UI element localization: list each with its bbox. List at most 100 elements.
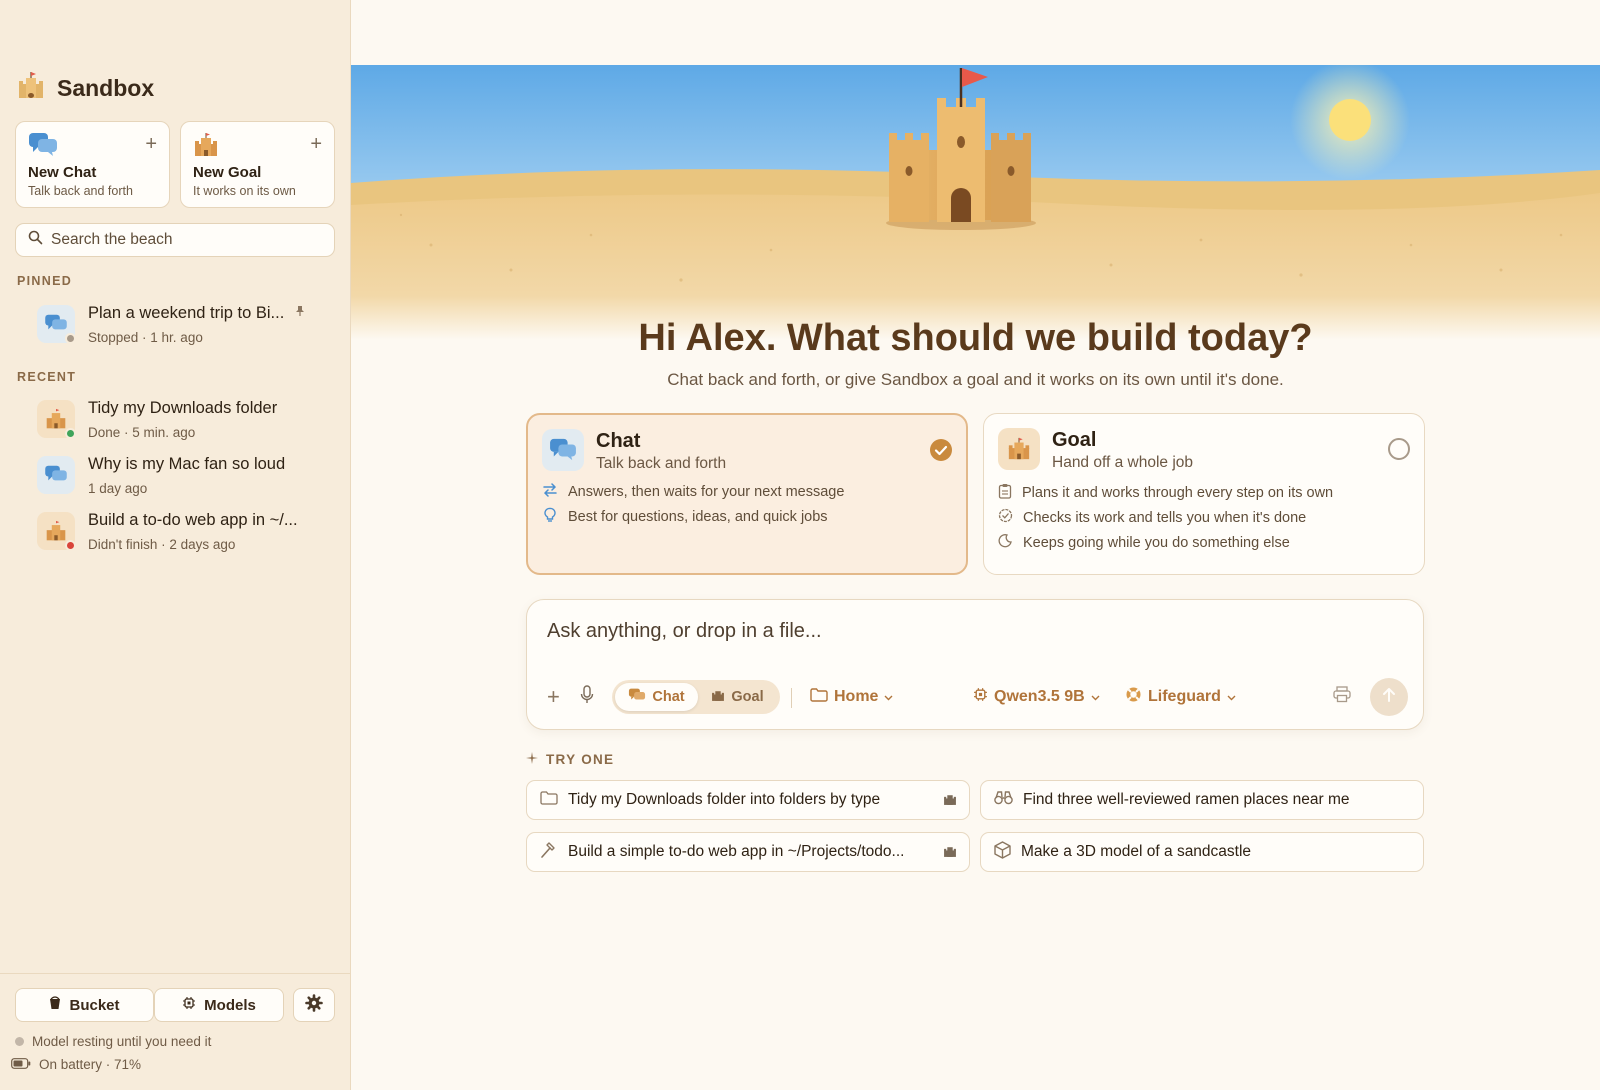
sandcastle-icon	[193, 132, 219, 163]
suggestion-text: Build a simple to-do web app in ~/Projec…	[568, 843, 905, 860]
folder-icon	[540, 790, 558, 810]
chip-icon	[973, 687, 988, 707]
pinned-section-label: PINNED	[17, 274, 73, 288]
pin-icon	[295, 305, 305, 320]
conversation-item[interactable]: Build a to-do web app in ~/... Didn't fi…	[37, 508, 337, 558]
chat-bubbles-icon	[37, 456, 75, 494]
suggestion-text: Find three well-reviewed ramen places ne…	[1023, 791, 1350, 808]
mode-feature: Checks its work and tells you when it's …	[998, 508, 1306, 527]
mode-feature-text: Best for questions, ideas, and quick job…	[568, 509, 828, 525]
new-chat-subtitle: Talk back and forth	[28, 184, 133, 198]
arrow-up-icon	[1382, 687, 1396, 708]
printer-button[interactable]	[1333, 681, 1351, 713]
suggestion-chip[interactable]: Build a simple to-do web app in ~/Projec…	[526, 832, 970, 872]
safety-picker-label: Lifeguard	[1148, 688, 1221, 705]
conversation-title: Plan a weekend trip to Bi...	[88, 304, 285, 322]
models-button[interactable]: Models	[154, 988, 284, 1022]
bucket-button[interactable]: Bucket	[15, 988, 154, 1022]
mode-feature-text: Keeps going while you do something else	[1023, 534, 1290, 551]
conversation-item[interactable]: Why is my Mac fan so loud 1 day ago	[37, 452, 337, 502]
mode-toggle-chat[interactable]: Chat	[615, 683, 698, 711]
mode-toggle-chat-label: Chat	[652, 689, 685, 705]
send-button[interactable]	[1370, 678, 1408, 716]
attach-plus-button[interactable]: +	[547, 681, 560, 713]
microphone-icon	[580, 685, 594, 709]
conversation-item-pinned[interactable]: Plan a weekend trip to Bi... Stopped · 1…	[37, 301, 337, 351]
suggestion-chip[interactable]: Make a 3D model of a sandcastle	[980, 832, 1424, 872]
new-goal-subtitle: It works on its own	[193, 184, 296, 198]
chevron-down-icon	[884, 688, 893, 706]
folder-icon	[810, 687, 828, 707]
message-input[interactable]	[547, 614, 1387, 648]
checkmark-icon	[930, 439, 952, 461]
suggestion-chip[interactable]: Tidy my Downloads folder into folders by…	[526, 780, 970, 820]
mode-feature: Keeps going while you do something else	[998, 533, 1290, 552]
lightbulb-icon	[542, 507, 558, 527]
model-picker-label: Qwen3.5 9B	[994, 688, 1085, 705]
new-chat-button[interactable]: + New Chat Talk back and forth	[15, 121, 170, 208]
sandcastle-icon	[711, 688, 725, 706]
sandcastle-icon	[943, 844, 957, 863]
chat-bubbles-icon	[542, 429, 584, 471]
safety-picker[interactable]: Lifeguard	[1125, 681, 1236, 713]
mode-feature: Plans it and works through every step on…	[998, 483, 1333, 503]
mode-subtitle: Talk back and forth	[596, 455, 727, 472]
model-picker[interactable]: Qwen3.5 9B	[973, 681, 1100, 713]
conversation-title: Tidy my Downloads folder	[88, 399, 278, 417]
hammer-icon	[540, 841, 558, 864]
folder-picker[interactable]: Home	[810, 681, 893, 713]
conversation-meta: Done · 5 min. ago	[88, 425, 196, 440]
mode-feature-text: Checks its work and tells you when it's …	[1023, 509, 1307, 526]
new-goal-button[interactable]: + New Goal It works on its own	[180, 121, 335, 208]
microphone-button[interactable]	[580, 681, 594, 713]
mode-card-chat[interactable]: Chat Talk back and forth Answers, then w…	[526, 413, 968, 575]
model-status-text: Model resting until you need it	[32, 1034, 212, 1049]
battery-icon	[11, 1057, 31, 1072]
suggestion-text: Make a 3D model of a sandcastle	[1021, 843, 1252, 860]
conversation-meta: 1 day ago	[88, 481, 148, 496]
toolbar-divider	[791, 688, 792, 708]
mode-feature: Best for questions, ideas, and quick job…	[542, 507, 828, 527]
cube-icon	[994, 840, 1011, 864]
new-chat-title: New Chat	[28, 164, 97, 181]
plus-icon: +	[145, 133, 157, 155]
printer-icon	[1333, 686, 1351, 708]
lifebuoy-icon	[1125, 686, 1142, 708]
mode-feature: Answers, then waits for your next messag…	[542, 483, 844, 501]
settings-button[interactable]	[293, 988, 335, 1022]
mode-card-goal[interactable]: Goal Hand off a whole job Plans it and w…	[983, 413, 1425, 575]
chip-icon	[182, 996, 196, 1014]
conversation-item[interactable]: Tidy my Downloads folder Done · 5 min. a…	[37, 396, 337, 446]
plus-icon: +	[547, 684, 560, 709]
radio-icon	[1388, 438, 1410, 460]
model-status: Model resting until you need it	[15, 1034, 211, 1049]
mode-feature-text: Answers, then waits for your next messag…	[568, 484, 845, 500]
chat-bubbles-icon	[28, 132, 58, 163]
composer: + Chat Goal Home	[526, 599, 1424, 730]
sidebar-divider	[0, 973, 351, 974]
suggestion-chip[interactable]: Find three well-reviewed ramen places ne…	[980, 780, 1424, 820]
verified-badge-icon	[998, 508, 1013, 527]
status-dot	[65, 428, 76, 439]
models-label: Models	[204, 996, 256, 1014]
bucket-icon	[49, 996, 61, 1014]
mode-feature-text: Plans it and works through every step on…	[1022, 485, 1334, 501]
binoculars-icon	[994, 790, 1013, 810]
mode-toggle-goal[interactable]: Goal	[698, 683, 777, 711]
battery-status-text: On battery · 71%	[39, 1057, 142, 1072]
conversation-title: Build a to-do web app in ~/...	[88, 511, 298, 529]
moon-refresh-icon	[998, 533, 1013, 552]
mode-title: Goal	[1052, 429, 1097, 451]
chevron-down-icon	[1091, 688, 1100, 706]
recent-section-label: RECENT	[17, 370, 77, 384]
new-goal-title: New Goal	[193, 164, 262, 181]
battery-status: On battery · 71%	[11, 1057, 141, 1072]
beach-illustration	[351, 65, 1600, 340]
status-dot	[65, 333, 76, 344]
mode-toggle: Chat Goal	[612, 680, 780, 714]
chat-bubbles-icon	[628, 688, 646, 707]
status-dot	[65, 540, 76, 551]
search-input[interactable]	[51, 231, 321, 249]
conversation-meta: Stopped · 1 hr. ago	[88, 330, 203, 345]
sandcastle-icon	[998, 428, 1040, 470]
